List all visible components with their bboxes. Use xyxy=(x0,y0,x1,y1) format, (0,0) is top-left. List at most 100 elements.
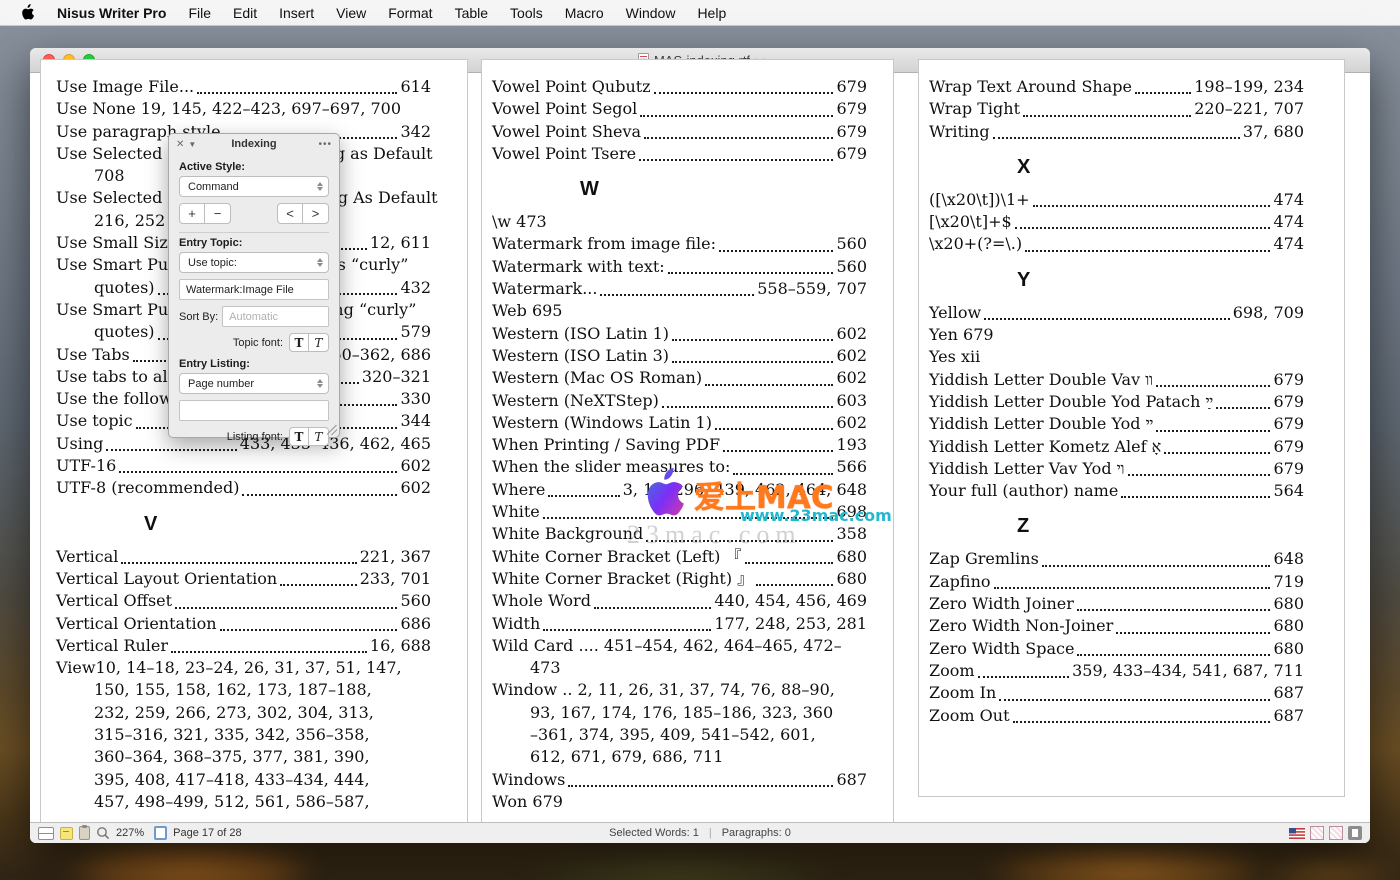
index-entry: White Corner Bracket (Left) 『680 xyxy=(492,546,867,568)
note-icon[interactable] xyxy=(60,827,73,840)
active-style-select[interactable]: Command xyxy=(179,176,329,197)
index-line: 457, 498–499, 512, 561, 586–587, xyxy=(56,791,431,813)
menu-app-name[interactable]: Nisus Writer Pro xyxy=(57,5,166,21)
index-page-right: Wrap Text Around Shape198–199, 234Wrap T… xyxy=(918,59,1345,797)
page-indicator[interactable]: Page 17 of 28 xyxy=(173,827,242,839)
dot-leader xyxy=(600,294,754,296)
character-set-icon[interactable] xyxy=(1310,826,1324,840)
index-entry: Zero Width Space680 xyxy=(929,638,1304,660)
wallpaper-foliage xyxy=(980,842,1280,880)
section-heading: V xyxy=(56,512,431,536)
index-line: Use None 19, 145, 422–423, 697–697, 700 xyxy=(56,98,431,120)
listing-bold-button[interactable]: T xyxy=(289,427,309,446)
palette-resize-handle[interactable] xyxy=(327,425,337,435)
index-entry: Wrap Text Around Shape198–199, 234 xyxy=(929,76,1304,98)
index-entry: White Background358 xyxy=(492,523,867,545)
index-entry: Width177, 248, 253, 281 xyxy=(492,613,867,635)
dot-leader xyxy=(1216,407,1270,409)
remove-style-button[interactable]: − xyxy=(205,203,231,224)
index-line: 150, 155, 158, 162, 173, 187–188, xyxy=(56,679,431,701)
dot-leader xyxy=(662,406,834,408)
menu-help[interactable]: Help xyxy=(697,5,726,21)
topic-mode-value: Use topic: xyxy=(188,257,314,269)
dot-leader xyxy=(594,607,711,609)
menu-macro[interactable]: Macro xyxy=(565,5,604,21)
index-entry: Vowel Point Tsere679 xyxy=(492,143,867,165)
dot-leader xyxy=(999,699,1270,701)
dot-leader xyxy=(994,587,1271,589)
dot-leader xyxy=(1156,430,1270,432)
menu-window[interactable]: Window xyxy=(626,5,676,21)
index-entry: Windows687 xyxy=(492,769,867,791)
status-divider: | xyxy=(709,827,712,839)
menu-table[interactable]: Table xyxy=(455,5,488,21)
sort-by-input[interactable] xyxy=(222,306,329,327)
index-entry: Yiddish Letter Kometz Alef אָ679 xyxy=(929,436,1304,458)
language-flag-icon[interactable] xyxy=(1289,828,1305,839)
dot-leader xyxy=(106,449,236,451)
index-entry: [\x20\t]+$474 xyxy=(929,211,1304,233)
page-thumb-icon[interactable] xyxy=(154,826,167,840)
section-heading: X xyxy=(929,155,1304,179)
menu-edit[interactable]: Edit xyxy=(233,5,257,21)
palette-title: Indexing xyxy=(169,138,339,150)
listing-font-label: Listing font: xyxy=(227,431,283,443)
dot-leader xyxy=(1033,205,1271,207)
index-entry: Zero Width Non-Joiner680 xyxy=(929,615,1304,637)
palette-more-icon[interactable]: ••• xyxy=(318,139,332,150)
split-view-icon[interactable] xyxy=(38,827,54,840)
next-button[interactable]: > xyxy=(303,203,329,224)
dot-leader xyxy=(543,517,834,519)
menu-format[interactable]: Format xyxy=(388,5,432,21)
listing-input[interactable] xyxy=(179,400,329,421)
index-line: 315–316, 321, 335, 342, 356–358, xyxy=(56,724,431,746)
prev-button[interactable]: < xyxy=(277,203,303,224)
select-stepper-icon xyxy=(314,182,325,191)
index-entry: Yellow698, 709 xyxy=(929,302,1304,324)
paragraphs-status: Paragraphs: 0 xyxy=(722,827,791,839)
dot-leader xyxy=(175,607,397,609)
index-line: View10, 14–18, 23–24, 26, 31, 37, 51, 14… xyxy=(56,657,431,679)
topic-input[interactable] xyxy=(179,279,329,300)
listing-italic-button[interactable]: T xyxy=(309,427,329,446)
menu-bar: Nisus Writer Pro File Edit Insert View F… xyxy=(0,0,1400,26)
menu-view[interactable]: View xyxy=(336,5,366,21)
dot-leader xyxy=(993,137,1240,139)
index-entry: Watermark...558–559, 707 xyxy=(492,278,867,300)
magnifier-icon[interactable] xyxy=(96,826,110,840)
palette-header[interactable]: ✕ ▼ Indexing ••• xyxy=(169,134,339,154)
dot-leader xyxy=(1015,227,1271,229)
index-line: 612, 671, 679, 686, 711 xyxy=(492,746,867,768)
dot-leader xyxy=(171,651,367,653)
dot-leader xyxy=(1042,565,1271,567)
indexing-palette[interactable]: ✕ ▼ Indexing ••• Active Style: Command +… xyxy=(168,133,340,438)
topic-bold-button[interactable]: T xyxy=(289,333,309,352)
glyph-palette-icon[interactable] xyxy=(1329,826,1343,840)
dot-leader xyxy=(644,137,833,139)
index-entry: Writing37, 680 xyxy=(929,121,1304,143)
topic-mode-select[interactable]: Use topic: xyxy=(179,252,329,273)
palette-divider xyxy=(179,232,329,233)
index-entry: Yiddish Letter Double Vav װ679 xyxy=(929,369,1304,391)
menu-file[interactable]: File xyxy=(188,5,211,21)
index-entry: When the slider measures to:566 xyxy=(492,456,867,478)
section-heading: Z xyxy=(929,514,1304,538)
page-view-icon[interactable] xyxy=(1348,826,1362,840)
index-entry: Wrap Tight220–221, 707 xyxy=(929,98,1304,120)
wallpaper-foliage xyxy=(1240,850,1400,880)
add-style-button[interactable]: + xyxy=(179,203,205,224)
index-entry: Yiddish Letter Double Yod ײ679 xyxy=(929,413,1304,435)
index-entry: ([\x20\t])\1+474 xyxy=(929,189,1304,211)
topic-italic-button[interactable]: T xyxy=(309,333,329,352)
apple-menu-icon[interactable] xyxy=(20,4,35,21)
index-entry: Vertical Ruler16, 688 xyxy=(56,635,431,657)
index-line: 360–364, 368–375, 377, 381, 390, xyxy=(56,746,431,768)
menu-tools[interactable]: Tools xyxy=(510,5,543,21)
dot-leader xyxy=(119,471,397,473)
selected-words-status: Selected Words: 1 xyxy=(609,827,699,839)
menu-insert[interactable]: Insert xyxy=(279,5,314,21)
zoom-level[interactable]: 227% xyxy=(116,827,144,839)
clipboard-icon[interactable] xyxy=(79,826,90,840)
index-line: Yes xii xyxy=(929,346,1304,368)
listing-mode-select[interactable]: Page number xyxy=(179,373,329,394)
